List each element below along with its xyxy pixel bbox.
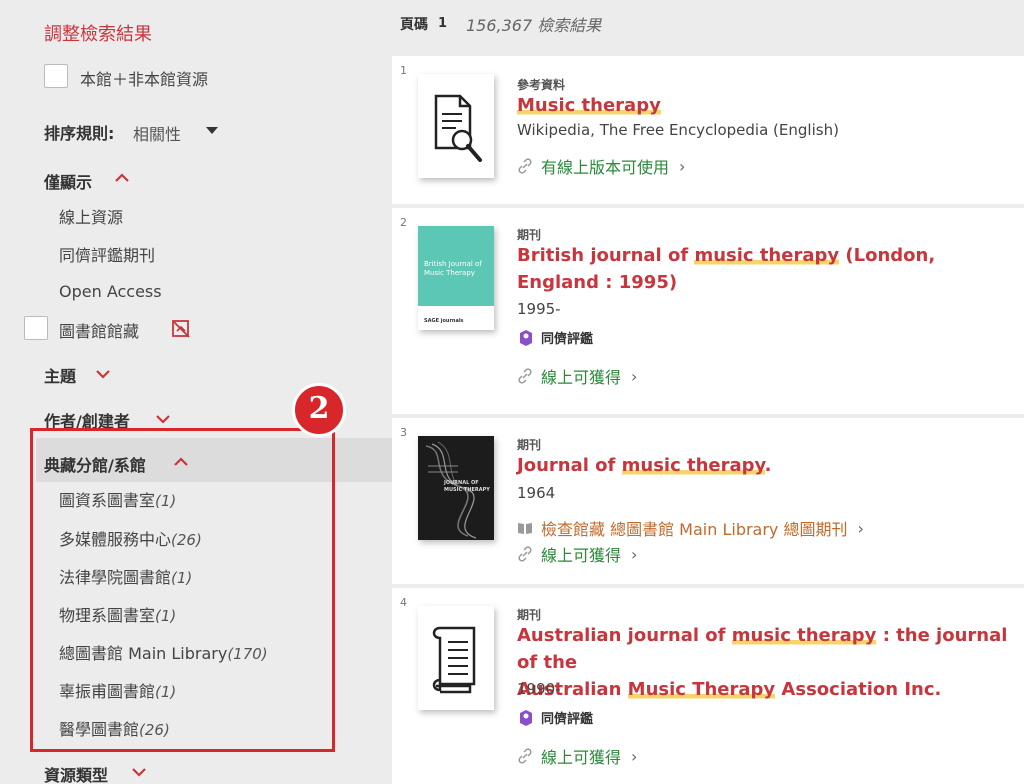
- chevron-right-icon: ›: [631, 366, 638, 386]
- results-header: 頁碼 1 156,367 檢索結果: [392, 0, 1024, 52]
- title-highlight: Music therapy: [517, 95, 661, 116]
- result-item[interactable]: 2 British Journal of Music Therapy SAGE …: [392, 208, 1024, 414]
- link-icon: [518, 158, 532, 174]
- show-only-online[interactable]: 線上資源: [59, 204, 123, 228]
- result-item[interactable]: 3 JOURNAL OF MUSIC THERAPY 期刊 Journal of…: [392, 418, 1024, 584]
- title-text: Journal of: [517, 455, 622, 476]
- availability-link[interactable]: 線上可獲得 ›: [517, 744, 637, 768]
- holdings-text: 檢查館藏 總圖書館 Main Library 總圖期刊: [541, 520, 848, 539]
- journal-cover-thumbnail[interactable]: JOURNAL OF MUSIC THERAPY: [418, 436, 494, 540]
- title-highlight: music therapy: [694, 245, 840, 266]
- peer-reviewed-text: 同儕評鑑: [541, 332, 594, 347]
- chevron-right-icon: ›: [631, 746, 638, 766]
- refine-sidebar: 調整檢索結果 本館＋非本館資源 排序規則: 相關性 僅顯示 線上資源 同儕評鑑期…: [0, 0, 392, 784]
- result-type: 期刊: [517, 438, 542, 452]
- result-date: 1964: [517, 484, 556, 502]
- availability-text: 線上可獲得: [541, 546, 622, 565]
- journal-cover-thumbnail[interactable]: British Journal of Music Therapy SAGE jo…: [418, 226, 494, 330]
- availability-text: 有線上版本可使用: [541, 158, 670, 177]
- title-highlight: music therapy: [731, 625, 877, 646]
- availability-link[interactable]: 線上可獲得 ›: [517, 542, 637, 566]
- result-date: 1995-: [517, 300, 561, 318]
- peer-reviewed-badge: 同儕評鑑: [517, 328, 593, 347]
- check-holdings-link[interactable]: 檢查館藏 總圖書館 Main Library 總圖期刊 ›: [517, 516, 864, 540]
- result-count: 156,367 檢索結果: [466, 16, 602, 35]
- result-date: 1990-: [517, 680, 561, 698]
- library-holdings-label[interactable]: 圖書館館藏: [59, 318, 139, 342]
- chevron-down-icon[interactable]: [130, 766, 148, 778]
- chevron-right-icon: ›: [631, 544, 638, 564]
- show-only-peer-reviewed[interactable]: 同儕評鑑期刊: [59, 242, 155, 266]
- title-line: Australian journal of music therapy : th…: [517, 622, 1017, 676]
- result-index: 4: [400, 596, 407, 609]
- link-icon: [518, 546, 532, 562]
- result-type: 參考資料: [517, 78, 566, 92]
- resource-type-facet-title[interactable]: 資源類型: [44, 762, 108, 784]
- show-only-open-access[interactable]: Open Access: [59, 282, 162, 301]
- cover-title: JOURNAL OF MUSIC THERAPY: [444, 480, 490, 493]
- peer-reviewed-icon: [520, 709, 532, 726]
- result-type: 期刊: [517, 228, 542, 242]
- peer-reviewed-icon: [520, 329, 532, 346]
- refine-title: 調整檢索結果: [44, 24, 152, 45]
- result-type: 期刊: [517, 608, 542, 622]
- chevron-up-icon[interactable]: [113, 172, 131, 184]
- availability-text: 線上可獲得: [541, 368, 622, 387]
- title-line: Australian Music Therapy Association Inc…: [517, 676, 1017, 703]
- title-highlight: music therapy: [621, 455, 765, 476]
- availability-link[interactable]: 線上可獲得 ›: [517, 364, 637, 388]
- result-title[interactable]: British journal of music therapy (London…: [517, 242, 1017, 296]
- sort-select[interactable]: 相關性: [133, 121, 181, 145]
- results-pane: 頁碼 1 156,367 檢索結果 1 參考資料 Music therapy W…: [392, 0, 1024, 784]
- cover-publisher: SAGE journals: [424, 318, 464, 324]
- expand-checkbox[interactable]: [44, 64, 68, 88]
- cover-title: British Journal of Music Therapy: [424, 260, 482, 277]
- no-fulltext-icon: [172, 320, 190, 338]
- peer-reviewed-text: 同儕評鑑: [541, 712, 594, 727]
- title-highlight: Music Therapy: [627, 679, 776, 700]
- result-title[interactable]: Music therapy: [517, 92, 1017, 119]
- title-text: Australian journal of: [517, 625, 732, 646]
- link-icon: [518, 368, 532, 384]
- availability-text: 線上可獲得: [541, 748, 622, 767]
- result-item[interactable]: 1 參考資料 Music therapy Wikipedia, The Free…: [392, 56, 1024, 204]
- availability-link[interactable]: 有線上版本可使用 ›: [517, 154, 685, 178]
- result-index: 1: [400, 64, 407, 77]
- link-icon: [518, 748, 532, 764]
- sort-label: 排序規則:: [44, 124, 115, 143]
- chevron-down-icon[interactable]: [154, 413, 172, 425]
- expand-checkbox-label[interactable]: 本館＋非本館資源: [80, 66, 208, 90]
- open-book-icon[interactable]: [418, 606, 494, 710]
- caret-down-icon[interactable]: [206, 127, 218, 134]
- result-title[interactable]: Australian journal of music therapy : th…: [517, 622, 1017, 703]
- chevron-right-icon: ›: [679, 156, 686, 176]
- annotation-callout-badge: 2: [292, 383, 346, 437]
- result-source: Wikipedia, The Free Encyclopedia (Englis…: [517, 121, 839, 139]
- result-title[interactable]: Journal of music therapy.: [517, 452, 1017, 479]
- chevron-down-icon[interactable]: [94, 368, 112, 380]
- result-index: 2: [400, 216, 407, 229]
- document-search-icon[interactable]: [418, 74, 494, 178]
- show-only-title[interactable]: 僅顯示: [44, 169, 92, 193]
- annotation-highlight-box: [30, 428, 335, 752]
- chevron-right-icon: ›: [857, 518, 864, 538]
- app: 調整檢索結果 本館＋非本館資源 排序規則: 相關性 僅顯示 線上資源 同儕評鑑期…: [0, 0, 1024, 784]
- page-number: 1: [438, 16, 448, 31]
- result-index: 3: [400, 426, 407, 439]
- result-item[interactable]: 4 期刊 Australian journal of music therapy…: [392, 588, 1024, 784]
- title-text: British journal of: [517, 245, 695, 266]
- peer-reviewed-badge: 同儕評鑑: [517, 708, 593, 727]
- subject-facet-title[interactable]: 主題: [44, 363, 76, 387]
- title-text: .: [764, 455, 772, 476]
- title-text: Association Inc.: [775, 679, 942, 700]
- library-holdings-checkbox[interactable]: [24, 316, 48, 340]
- book-icon: [518, 523, 532, 534]
- page-label: 頁碼: [400, 17, 428, 33]
